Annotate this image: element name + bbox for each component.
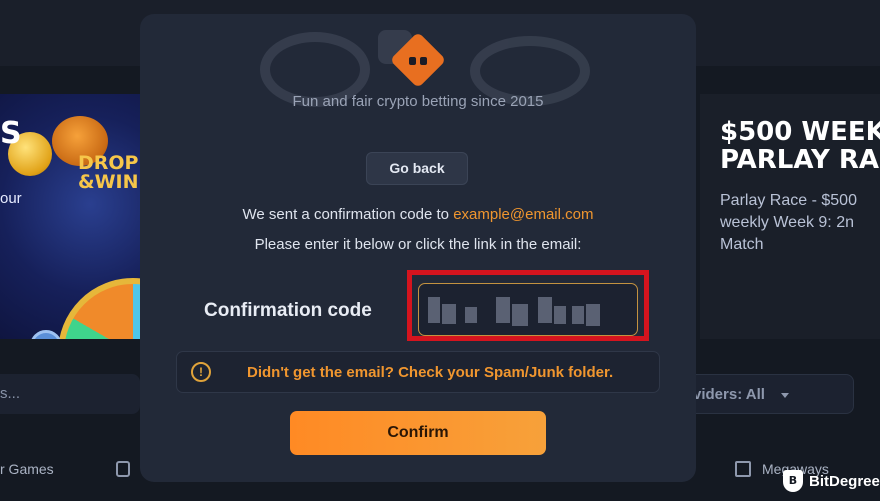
logo-icon <box>389 31 447 89</box>
spam-warning-banner: ! Didn't get the email? Check your Spam/… <box>176 351 660 393</box>
tagline: Fun and fair crypto betting since 2015 <box>292 93 544 110</box>
promo-banner-right[interactable]: $500 WEEK PARLAY RAC Parlay Race - $500 … <box>700 94 880 339</box>
drop-win-logo: DROP &WIN <box>78 152 139 193</box>
prize-wheel-graphic <box>58 278 150 339</box>
banner-left-partial-title: S <box>0 116 22 151</box>
go-back-button[interactable]: Go back <box>366 152 468 185</box>
spam-warning-text: Didn't get the email? Check your Spam/Ju… <box>247 364 614 381</box>
confirm-button[interactable]: Confirm <box>290 411 546 455</box>
watermark: B BitDegree <box>783 468 880 494</box>
confirmation-code-label: Confirmation code <box>204 300 372 321</box>
sent-prefix: We sent a confirmation code to <box>242 206 454 223</box>
category-tab-games[interactable]: r Games <box>0 461 54 477</box>
email-address: example@email.com <box>453 206 594 223</box>
chevron-down-icon <box>781 393 789 398</box>
game-search-input[interactable]: s... <box>0 374 140 414</box>
banner-right-title: $500 WEEK PARLAY RAC <box>720 117 880 175</box>
megaways-icon <box>735 461 751 477</box>
highlight-annotation <box>407 270 649 341</box>
banner-left-partial-text: our <box>0 190 22 207</box>
search-placeholder: s... <box>0 385 21 402</box>
email-confirmation-modal: Fun and fair crypto betting since 2015 G… <box>140 14 696 482</box>
warning-icon: ! <box>191 362 211 382</box>
chip-icon <box>30 330 62 339</box>
bitdegree-shield-icon: B <box>783 470 803 492</box>
providers-label: viders: All <box>693 386 765 403</box>
category-icon <box>116 461 130 477</box>
providers-dropdown[interactable]: viders: All <box>672 374 854 414</box>
watermark-text: BitDegree <box>809 472 880 490</box>
instruction-text: Please enter it below or click the link … <box>254 236 582 253</box>
promo-banner-left[interactable]: S DROP &WIN our <box>0 94 150 339</box>
banner-right-description: Parlay Race - $500 weekly Week 9: 2n Mat… <box>720 192 857 253</box>
confirmation-sent-message: We sent a confirmation code to example@e… <box>140 206 696 223</box>
